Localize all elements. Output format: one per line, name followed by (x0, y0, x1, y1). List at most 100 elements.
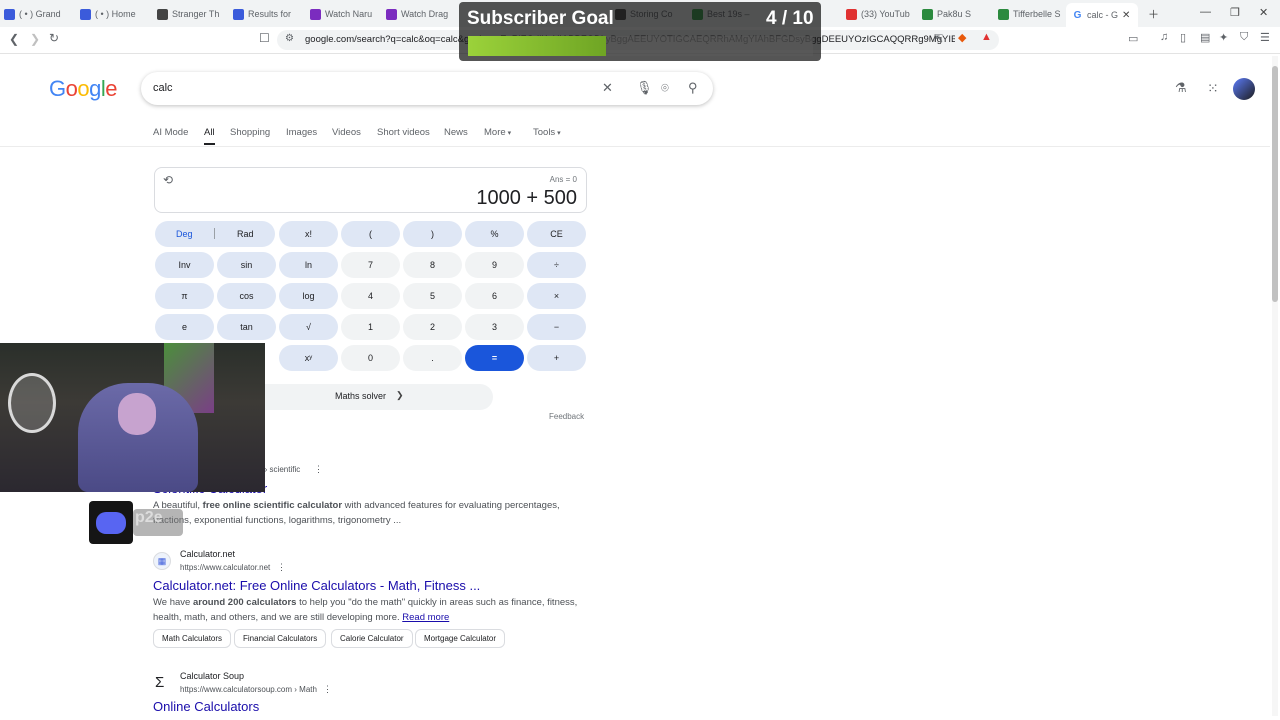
sitelink-chip[interactable]: Financial Calculators (234, 629, 327, 648)
calc-key[interactable]: CE (527, 221, 586, 247)
browser-tab[interactable]: ( • ) Home (80, 4, 150, 24)
browser-tab[interactable]: Pak8u S (922, 4, 992, 24)
calc-key[interactable]: % (465, 221, 524, 247)
calc-key[interactable]: Inv (155, 252, 214, 278)
browser-tab[interactable]: Watch Drag (386, 4, 456, 24)
share-icon[interactable]: ⇱ (934, 32, 943, 45)
calc-key[interactable]: 0 (341, 345, 400, 371)
split-view-icon[interactable]: ▭ (1128, 32, 1138, 45)
calc-key[interactable]: ÷ (527, 252, 586, 278)
browser-tab[interactable]: ( • ) Grand (4, 4, 74, 24)
result-title[interactable]: Calculator.net: Free Online Calculators … (153, 578, 480, 593)
close-window-icon[interactable]: ✕ (1259, 6, 1268, 19)
search-tab[interactable]: Videos (332, 127, 361, 138)
calc-key[interactable]: 6 (465, 283, 524, 309)
minimize-icon[interactable]: — (1200, 6, 1211, 18)
tab-favicon-icon (998, 8, 1009, 20)
browser-tab[interactable]: Stranger Th (157, 4, 227, 24)
calc-key[interactable]: tan (217, 314, 276, 340)
tab-active[interactable]: G calc - G ✕ (1066, 3, 1138, 27)
calc-key[interactable]: log (279, 283, 338, 309)
search-tab[interactable]: Short videos (377, 127, 430, 138)
microphone-icon[interactable]: 🎙 (636, 80, 653, 96)
search-icon[interactable]: ⚲ (688, 80, 698, 96)
ai-icon[interactable]: ✦ (1219, 31, 1228, 44)
feedback-link[interactable]: Feedback (549, 412, 584, 421)
calc-key[interactable]: 2 (403, 314, 462, 340)
sitelink-chip[interactable]: Calorie Calculator (331, 629, 413, 648)
history-icon[interactable]: ⟲ (163, 173, 173, 187)
scrollbar-thumb[interactable] (1272, 66, 1278, 302)
reload-icon[interactable]: ↻ (49, 31, 59, 45)
read-more-link[interactable]: Read more (402, 612, 449, 623)
back-icon[interactable]: ❮ (9, 32, 19, 46)
rad-button[interactable]: Rad (237, 229, 254, 239)
sitelink-chip[interactable]: Mortgage Calculator (415, 629, 506, 648)
calc-key[interactable]: + (527, 345, 586, 371)
more-options-icon[interactable]: ⋮ (277, 562, 286, 573)
lens-icon[interactable]: ⌾ (661, 80, 669, 96)
search-tab[interactable]: AI Mode (153, 127, 188, 138)
calc-key[interactable]: π (155, 283, 214, 309)
menu-icon[interactable]: ☰ (1260, 31, 1270, 44)
calc-key[interactable]: 5 (403, 283, 462, 309)
calc-key[interactable]: sin (217, 252, 276, 278)
calc-key[interactable]: 9 (465, 252, 524, 278)
calc-key[interactable]: − (527, 314, 586, 340)
calc-key[interactable]: 4 (341, 283, 400, 309)
deg-button[interactable]: Deg (176, 229, 193, 239)
calc-key[interactable]: = (465, 345, 524, 371)
search-tab[interactable]: Shopping (230, 127, 270, 138)
search-tab[interactable]: Tools ▾ (533, 127, 561, 138)
browser-tab[interactable]: (33) YouTub (846, 4, 916, 24)
sidebar-icon[interactable]: ▯ (1180, 31, 1186, 44)
wallet-icon[interactable]: ▤ (1200, 31, 1210, 44)
forward-icon[interactable]: ❯ (30, 32, 40, 46)
calc-key[interactable]: 7 (341, 252, 400, 278)
calc-key[interactable]: 1 (341, 314, 400, 340)
calc-key[interactable]: cos (217, 283, 276, 309)
restore-icon[interactable]: ❐ (1230, 6, 1240, 19)
calc-key[interactable]: × (527, 283, 586, 309)
search-tab[interactable]: All (204, 127, 215, 138)
clear-search-icon[interactable]: ✕ (602, 80, 613, 96)
avatar[interactable] (1233, 78, 1255, 100)
brave-shield-icon[interactable]: ◆ (958, 31, 966, 44)
calc-key[interactable]: ) (403, 221, 462, 247)
calc-key[interactable]: 8 (403, 252, 462, 278)
apps-grid-icon[interactable]: ⁙ (1207, 80, 1219, 97)
result-title[interactable]: Online Calculators (153, 699, 259, 714)
calc-key[interactable]: . (403, 345, 462, 371)
rewards-icon[interactable]: ▲ (981, 31, 992, 43)
calc-key[interactable]: √ (279, 314, 338, 340)
calc-key[interactable]: e (155, 314, 214, 340)
search-tab[interactable]: More ▾ (484, 127, 511, 138)
more-options-icon[interactable]: ⋮ (323, 684, 332, 695)
new-tab-icon[interactable]: ＋ (1148, 6, 1159, 22)
vpn-icon[interactable]: ⛉ (1240, 31, 1248, 44)
browser-tab[interactable]: Watch Naru (310, 4, 380, 24)
deg-rad-toggle[interactable] (155, 221, 275, 247)
bookmark-icon[interactable]: ☐ (259, 31, 270, 45)
labs-icon[interactable]: ⚗ (1175, 80, 1187, 96)
logo-letter: e (105, 76, 118, 101)
search-input[interactable]: calc (153, 82, 173, 94)
search-tab[interactable]: News (444, 127, 468, 138)
sitelink-chip[interactable]: Math Calculators (153, 629, 232, 648)
site-info-icon[interactable]: ⚙ (285, 33, 294, 44)
search-tab[interactable]: Images (286, 127, 317, 138)
calc-key[interactable]: ln (279, 252, 338, 278)
logo-letter: o (65, 76, 78, 101)
calc-key[interactable]: ( (341, 221, 400, 247)
google-logo[interactable]: Google (49, 76, 118, 102)
more-options-icon[interactable]: ⋮ (314, 464, 323, 475)
calc-key[interactable]: xʸ (279, 345, 338, 371)
calc-key[interactable]: 3 (465, 314, 524, 340)
browser-tab[interactable]: Tifferbelle S (998, 4, 1068, 24)
browser-tab[interactable]: Results for (233, 4, 303, 24)
goal-title: Subscriber Goal (467, 8, 614, 29)
media-icon[interactable]: ♫ (1160, 31, 1168, 43)
calc-key[interactable]: x! (279, 221, 338, 247)
close-tab-icon[interactable]: ✕ (1122, 10, 1130, 21)
search-box[interactable] (141, 72, 713, 105)
